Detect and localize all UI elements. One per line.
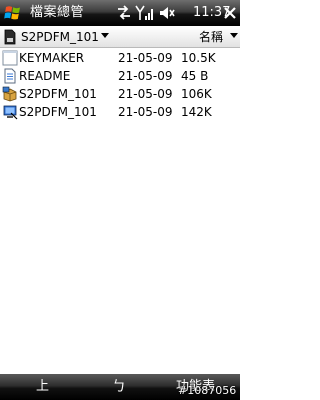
file-date: 21-05-09 (118, 105, 173, 119)
file-name: S2PDFM_101 (19, 105, 97, 119)
text-file-icon (4, 68, 16, 84)
sort-dropdown-icon[interactable] (230, 33, 238, 38)
file-size: 10.5K (181, 51, 216, 65)
close-icon[interactable] (222, 3, 238, 23)
softkey-middle[interactable]: ㄅ (112, 378, 126, 396)
program-file-icon (3, 105, 18, 120)
file-date: 21-05-09 (118, 69, 173, 83)
watermark: #1087056 (178, 384, 237, 397)
app-title: 檔案總管 (30, 5, 85, 20)
file-size: 142K (181, 105, 212, 119)
file-size: 106K (181, 87, 212, 101)
signal-icon (135, 5, 153, 20)
sd-card-icon (4, 29, 16, 45)
setup-package-icon (2, 86, 17, 102)
file-row[interactable]: KEYMAKER 21-05-09 10.5K (0, 49, 240, 67)
title-bar: 檔案總管 11:37 (0, 0, 240, 26)
location-bar: S2PDFM_101 名稱 (0, 26, 240, 48)
sort-selector[interactable]: 名稱 (199, 29, 223, 45)
file-name: KEYMAKER (19, 51, 85, 65)
generic-file-icon (2, 50, 18, 66)
softkey-up[interactable]: 上 (36, 378, 49, 396)
folder-dropdown-icon[interactable] (101, 33, 109, 38)
windows-start-icon[interactable] (3, 3, 23, 23)
file-row[interactable]: S2PDFM_101 21-05-09 142K (0, 103, 240, 121)
file-row[interactable]: README 21-05-09 45 B (0, 67, 240, 85)
file-date: 21-05-09 (118, 51, 173, 65)
file-size: 45 B (181, 69, 209, 83)
file-name: S2PDFM_101 (19, 87, 97, 101)
file-date: 21-05-09 (118, 87, 173, 101)
file-row[interactable]: S2PDFM_101 21-05-09 106K (0, 85, 240, 103)
volume-icon (160, 7, 175, 19)
folder-selector[interactable]: S2PDFM_101 (21, 29, 99, 45)
file-name: README (19, 69, 71, 83)
sync-arrows-icon (118, 5, 130, 20)
